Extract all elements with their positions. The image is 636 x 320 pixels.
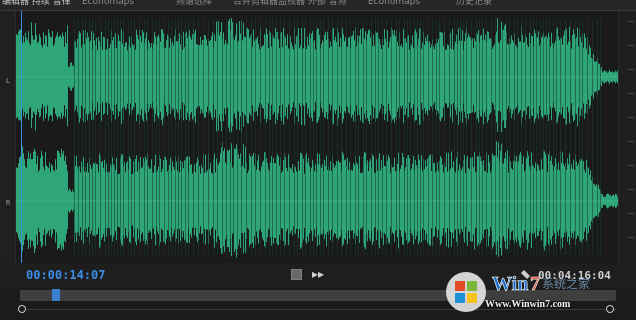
tab-bar: 编辑器 持续 音律 Economaps 频谱选择 合并剪辑器监视器 外部 音频 … (0, 0, 636, 11)
ruler-tick (628, 141, 634, 142)
tab-economaps[interactable]: Economaps (82, 0, 134, 9)
ruler-tick (628, 189, 634, 190)
current-time-display[interactable]: 00:00:14:07 (26, 268, 105, 282)
waveform-display[interactable] (16, 11, 618, 263)
duration-display: 00:04:16:04 (538, 269, 611, 282)
amplitude-ruler (618, 11, 636, 263)
left-channel-label: L (6, 77, 11, 85)
transport-bar: 00:00:14:07 ▸▸ 00:04:16:04 (0, 263, 636, 287)
ruler-tick (628, 213, 634, 214)
tab-economaps-2[interactable]: Economaps (368, 0, 420, 9)
tab-mix-monitor[interactable]: 合并剪辑器监视器 外部 音频 (233, 0, 347, 9)
ruler-tick (628, 237, 634, 238)
ruler-tick (628, 165, 634, 166)
ruler-tick (628, 69, 634, 70)
tab-spectral[interactable]: 频谱选择 (176, 0, 212, 9)
fast-forward-icon[interactable]: ▸▸ (312, 267, 324, 281)
navigator-start-handle[interactable] (18, 305, 26, 313)
waveform-panel[interactable]: L R (0, 11, 636, 263)
tab-editor[interactable]: 编辑器 持续 音律 (2, 0, 71, 9)
tab-history[interactable]: 历史记录 (456, 0, 492, 9)
ruler-tick (628, 45, 634, 46)
navigator-end-handle[interactable] (606, 305, 614, 313)
channel-gutter: L R (0, 11, 16, 263)
right-channel-label: R (6, 199, 11, 207)
ruler-tick (628, 21, 634, 22)
navigator-playhead-handle[interactable] (51, 289, 60, 301)
watermark-url: Www.Winwin7.com (485, 299, 571, 310)
ruler-tick (628, 93, 634, 94)
stop-icon[interactable] (291, 269, 302, 280)
ruler-tick (628, 117, 634, 118)
